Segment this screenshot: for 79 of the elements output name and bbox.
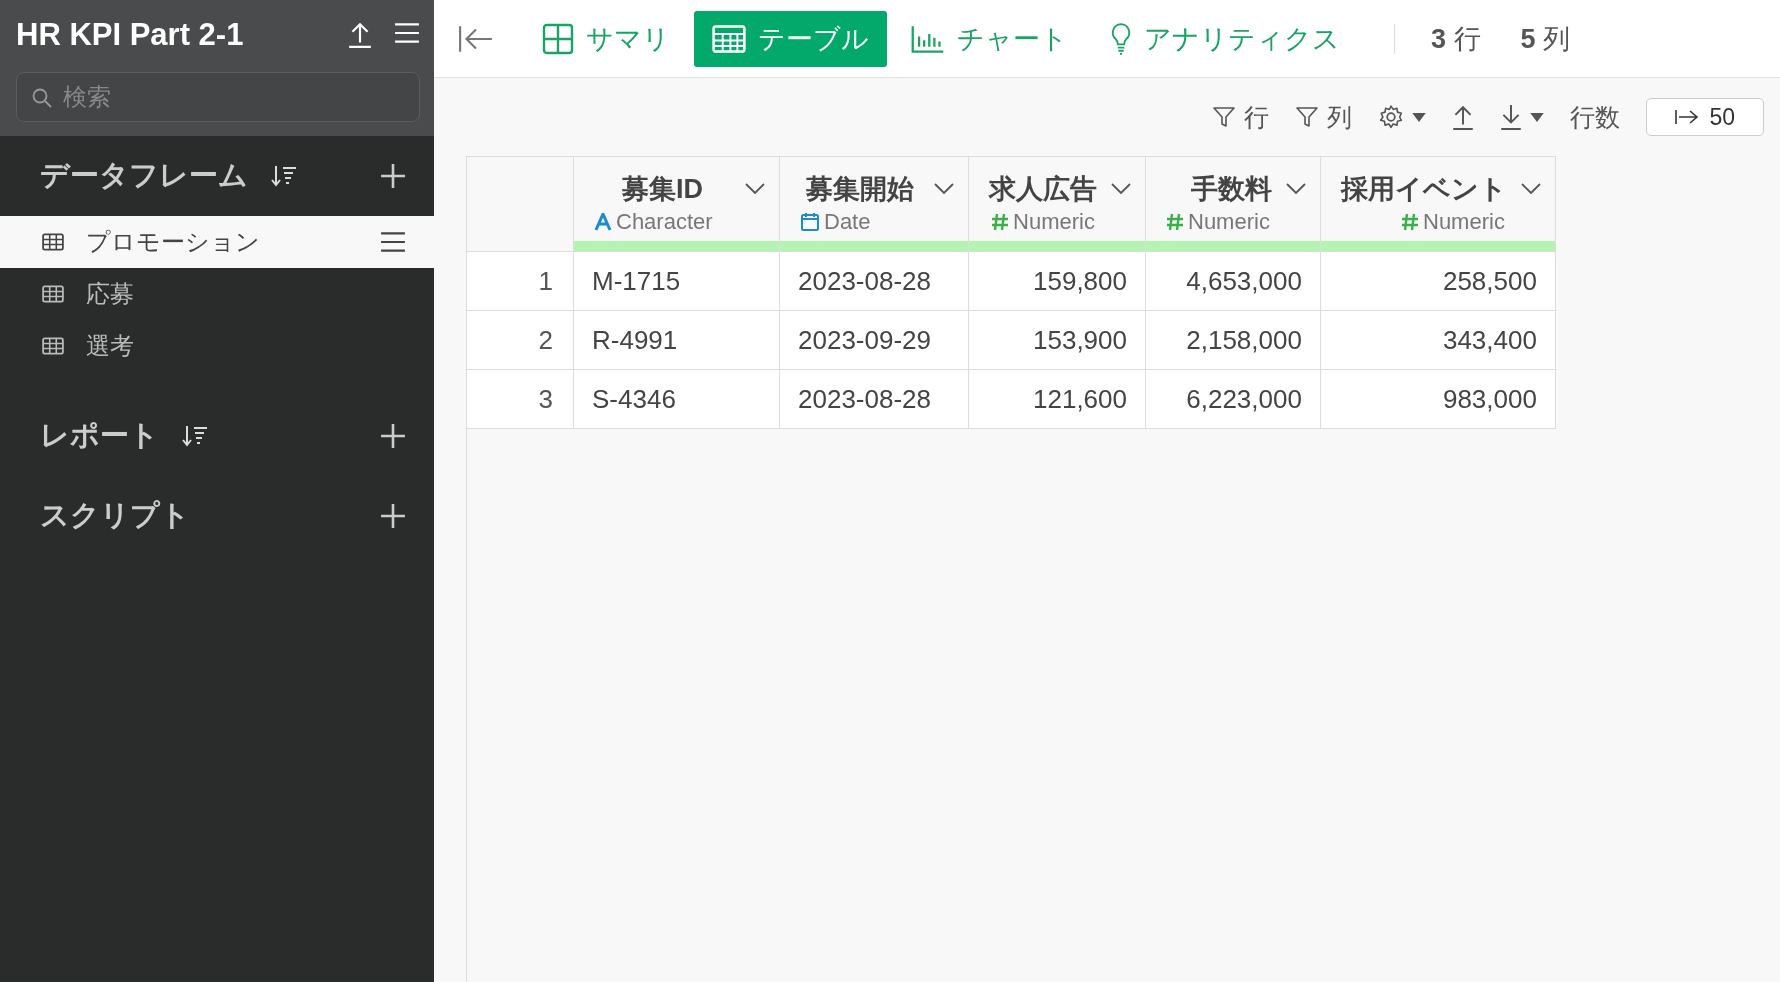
chevron-down-icon[interactable]: [1111, 183, 1131, 195]
table-cell: 2023-08-28: [779, 369, 969, 429]
row-filter-button[interactable]: 行: [1212, 100, 1270, 134]
export-icon[interactable]: [1452, 104, 1475, 130]
column-filter-button[interactable]: 列: [1295, 100, 1353, 134]
table-icon: [42, 337, 64, 355]
bar-chart-icon: [911, 24, 945, 53]
search-field[interactable]: 検索: [16, 72, 420, 122]
filter-icon: [1295, 105, 1320, 129]
upload-icon[interactable]: [348, 22, 372, 48]
row-limit-label: 行数: [1570, 101, 1621, 133]
table-cell: 2,158,000: [1145, 310, 1321, 370]
column-header[interactable]: 採用イベント Numeric: [1320, 156, 1556, 252]
hash-icon: [1166, 213, 1184, 231]
table-cell: 2023-09-29: [779, 310, 969, 370]
column-type-label: Numeric: [1423, 209, 1505, 235]
column-type-label: Numeric: [1188, 209, 1270, 235]
table-icon: [42, 233, 64, 251]
lightbulb-icon: [1110, 22, 1132, 55]
add-icon[interactable]: [380, 163, 406, 189]
collapse-left-icon[interactable]: [458, 24, 494, 53]
table-cell: 4,653,000: [1145, 251, 1321, 311]
sort-icon[interactable]: [270, 164, 298, 188]
table-cell: R-4991: [573, 310, 780, 370]
search-icon: [32, 88, 52, 108]
column-header[interactable]: 求人広告 Numeric: [968, 156, 1146, 252]
settings-button[interactable]: [1378, 104, 1427, 130]
section-title: データフレーム: [40, 158, 248, 193]
hash-icon: [991, 213, 1010, 231]
table-cell: 121,600: [968, 369, 1146, 429]
item-menu-icon[interactable]: [380, 231, 406, 253]
table-cell: 153,900: [968, 310, 1146, 370]
table-cell: S-4346: [573, 369, 780, 429]
hash-icon: [1401, 213, 1419, 231]
column-header[interactable]: 手数料 Numeric: [1145, 156, 1321, 252]
count-label: 3 行: [1431, 22, 1481, 56]
download-icon: [1500, 104, 1523, 130]
column-type-label: Date: [824, 209, 871, 235]
settings-icon: [1378, 104, 1405, 130]
sort-icon[interactable]: [181, 424, 209, 448]
caret-icon: [1412, 112, 1427, 122]
filter-icon: [1212, 105, 1237, 129]
letter-a-icon: [594, 213, 612, 231]
dataframe-item[interactable]: 選考: [0, 320, 434, 372]
column-header[interactable]: 募集ID Character: [573, 156, 780, 252]
add-icon[interactable]: [380, 503, 406, 529]
menu-icon[interactable]: [394, 22, 420, 44]
section-title: スクリプト: [40, 498, 190, 533]
caret-icon: [1530, 112, 1545, 122]
chevron-down-icon[interactable]: [1520, 183, 1541, 195]
table-cell: 343,400: [1320, 310, 1556, 370]
download-button[interactable]: [1500, 104, 1545, 130]
column-type-label: Numeric: [1013, 209, 1095, 235]
count-label: 5 列: [1520, 22, 1571, 56]
project-title: HR KPI Part 2-1: [16, 17, 245, 53]
section-title: レポート: [40, 418, 159, 453]
dataframe-item[interactable]: 応募: [0, 268, 434, 320]
chevron-down-icon[interactable]: [745, 183, 765, 195]
chevron-down-icon[interactable]: [934, 183, 954, 195]
arrow-right-bar-icon: [1675, 109, 1700, 125]
dataframe-item[interactable]: プロモーション: [0, 216, 434, 268]
row-number: 3: [466, 369, 574, 429]
row-limit-button[interactable]: 50: [1646, 98, 1764, 136]
row-number: 1: [466, 251, 574, 311]
table-cell: M-1715: [573, 251, 780, 311]
table-cell: 258,500: [1320, 251, 1556, 311]
row-number: 2: [466, 310, 574, 370]
table-cell: 159,800: [968, 251, 1146, 311]
column-type-label: Character: [616, 209, 713, 235]
table-cell: 2023-08-28: [779, 251, 969, 311]
column-header[interactable]: 募集開始 Date: [779, 156, 969, 252]
table-icon: [42, 285, 64, 303]
chevron-down-icon[interactable]: [1285, 183, 1306, 195]
calendar-icon: [800, 212, 820, 232]
table-cell: 6,223,000: [1145, 369, 1321, 429]
table-icon: [712, 24, 746, 53]
add-icon[interactable]: [380, 423, 406, 449]
grid-icon: [542, 22, 574, 55]
table-cell: 983,000: [1320, 369, 1556, 429]
